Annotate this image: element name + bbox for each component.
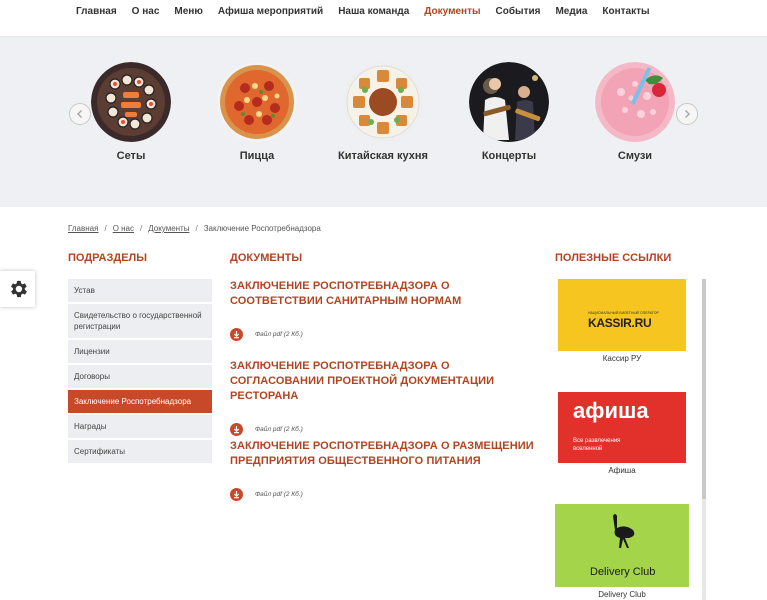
pizza-image: [217, 62, 297, 142]
document-file: Файл pdf (2 Кб.): [230, 422, 540, 436]
breadcrumb-about[interactable]: О нас: [113, 224, 134, 233]
breadcrumb-current: Заключение Роспотребнадзора: [203, 224, 321, 233]
documents-title: ДОКУМЕНТЫ: [230, 252, 303, 264]
smoothies-image: [595, 62, 675, 142]
document-title-link[interactable]: ЗАКЛЮЧЕНИЕ РОСПОТРЕБНАДЗОРА О СООТВЕТСТВ…: [230, 279, 540, 309]
category-chinese-cuisine[interactable]: Китайская кухня: [333, 62, 433, 162]
links-scrollbar[interactable]: [702, 279, 706, 600]
sidebar-item-awards[interactable]: Награды: [68, 415, 212, 440]
file-info: Файл pdf (2 Кб.): [255, 330, 303, 338]
links-title: ПОЛЕЗНЫЕ ССЫЛКИ: [555, 252, 672, 264]
nav-item-events-poster[interactable]: Афиша мероприятий: [218, 6, 323, 17]
delivery-club-logo: Delivery Club: [555, 504, 689, 587]
kassir-logo: НАЦИОНАЛЬНЫЙ БИЛЕТНЫЙ ОПЕРАТОР KASSIR.RU: [558, 279, 686, 351]
breadcrumb-separator: /: [195, 224, 198, 233]
links-scrollbar-thumb[interactable]: [702, 279, 706, 499]
breadcrumb-documents[interactable]: Документы: [148, 224, 189, 233]
nav-item-about[interactable]: О нас: [132, 6, 160, 17]
afisha-logo: афиша Все развлечения вселенной: [558, 392, 686, 463]
chevron-right-icon: [684, 109, 691, 119]
afisha-logo-sub: Все развлечения вселенной: [573, 438, 621, 452]
carousel-next-button[interactable]: [676, 103, 698, 125]
afisha-logo-text: афиша: [573, 398, 649, 423]
category-pizza[interactable]: Пицца: [207, 62, 307, 162]
nav-menu: Главная О нас Меню Афиша мероприятий Наш…: [76, 6, 665, 17]
top-navigation: Главная О нас Меню Афиша мероприятий Наш…: [0, 0, 767, 37]
sidebar: Устав Свидетельство о государственной ре…: [68, 279, 212, 465]
sidebar-item-registration-certificate[interactable]: Свидетельство о государственной регистра…: [68, 304, 212, 340]
document-file: Файл pdf (2 Кб.): [230, 327, 540, 341]
nav-item-team[interactable]: Наша команда: [338, 6, 409, 17]
document-item: ЗАКЛЮЧЕНИЕ РОСПОТРЕБНАДЗОРА О СОГЛАСОВАН…: [230, 359, 540, 439]
chinese-cuisine-image: [343, 62, 423, 142]
delivery-club-logo-text: Delivery Club: [590, 566, 656, 578]
sidebar-title: ПОДРАЗДЕЛЫ: [68, 252, 148, 264]
file-info: Файл pdf (2 Кб.): [255, 425, 303, 433]
document-item: ЗАКЛЮЧЕНИЕ РОСПОТРЕБНАДЗОРА О РАЗМЕЩЕНИИ…: [230, 439, 540, 519]
breadcrumb-separator: /: [104, 224, 107, 233]
nav-item-home[interactable]: Главная: [76, 6, 117, 17]
category-concerts[interactable]: Концерты: [459, 62, 559, 162]
category-label: Концерты: [481, 150, 537, 162]
breadcrumb-home[interactable]: Главная: [68, 224, 98, 233]
document-title-link[interactable]: ЗАКЛЮЧЕНИЕ РОСПОТРЕБНАДЗОРА О СОГЛАСОВАН…: [230, 359, 540, 404]
download-icon[interactable]: [230, 327, 243, 341]
category-label: Сеты: [116, 150, 146, 162]
download-icon[interactable]: [230, 422, 243, 436]
link-afisha[interactable]: афиша Все развлечения вселенной Афиша: [558, 392, 686, 475]
breadcrumb: Главная / О нас / Документы / Заключение Роспо…: [68, 224, 321, 233]
link-kassir[interactable]: НАЦИОНАЛЬНЫЙ БИЛЕТНЫЙ ОПЕРАТОР KASSIR.RU…: [558, 279, 686, 363]
sidebar-item-rospotrebnadzor[interactable]: Заключение Роспотребнадзора: [68, 390, 212, 415]
category-label: Китайская кухня: [338, 150, 428, 162]
document-title-link[interactable]: ЗАКЛЮЧЕНИЕ РОСПОТРЕБНАДЗОРА О РАЗМЕЩЕНИИ…: [230, 439, 540, 469]
category-label: Пицца: [239, 150, 275, 162]
category-label: Смузи: [617, 150, 653, 162]
nav-item-events[interactable]: События: [496, 6, 541, 17]
concerts-image: [469, 62, 549, 142]
nav-item-documents[interactable]: Документы: [424, 6, 480, 17]
download-icon[interactable]: [230, 487, 243, 501]
link-delivery-club[interactable]: Delivery Club Delivery Club: [555, 504, 689, 599]
sidebar-item-charter[interactable]: Устав: [68, 279, 212, 304]
link-caption: Афиша: [608, 466, 636, 475]
settings-button[interactable]: [0, 271, 35, 307]
link-caption: Кассир РУ: [602, 354, 642, 363]
sets-image: [91, 62, 171, 142]
document-item: ЗАКЛЮЧЕНИЕ РОСПОТРЕБНАДЗОРА О СООТВЕТСТВ…: [230, 279, 540, 359]
category-carousel: Сеты Пицца Китайская кухня Концерты Смуз…: [0, 37, 767, 207]
category-smoothies[interactable]: Смузи: [585, 62, 685, 162]
breadcrumb-separator: /: [140, 224, 143, 233]
category-sets[interactable]: Сеты: [81, 62, 181, 162]
sidebar-item-contracts[interactable]: Договоры: [68, 365, 212, 390]
kassir-logo-tagline: НАЦИОНАЛЬНЫЙ БИЛЕТНЫЙ ОПЕРАТОР: [588, 311, 659, 315]
link-caption: Delivery Club: [598, 590, 646, 599]
gear-icon: [10, 280, 27, 298]
kassir-logo-text: KASSIR.RU: [588, 316, 652, 330]
documents-list: ЗАКЛЮЧЕНИЕ РОСПОТРЕБНАДЗОРА О СООТВЕТСТВ…: [230, 279, 540, 519]
file-info: Файл pdf (2 Кб.): [255, 490, 303, 498]
document-file: Файл pdf (2 Кб.): [230, 487, 540, 501]
nav-item-media[interactable]: Медиа: [555, 6, 587, 17]
nav-item-contacts[interactable]: Контакты: [602, 6, 649, 17]
sidebar-item-certificates[interactable]: Сертификаты: [68, 440, 212, 465]
ostrich-icon: [613, 514, 635, 548]
nav-item-menu[interactable]: Меню: [174, 6, 202, 17]
sidebar-item-licenses[interactable]: Лицензии: [68, 340, 212, 365]
